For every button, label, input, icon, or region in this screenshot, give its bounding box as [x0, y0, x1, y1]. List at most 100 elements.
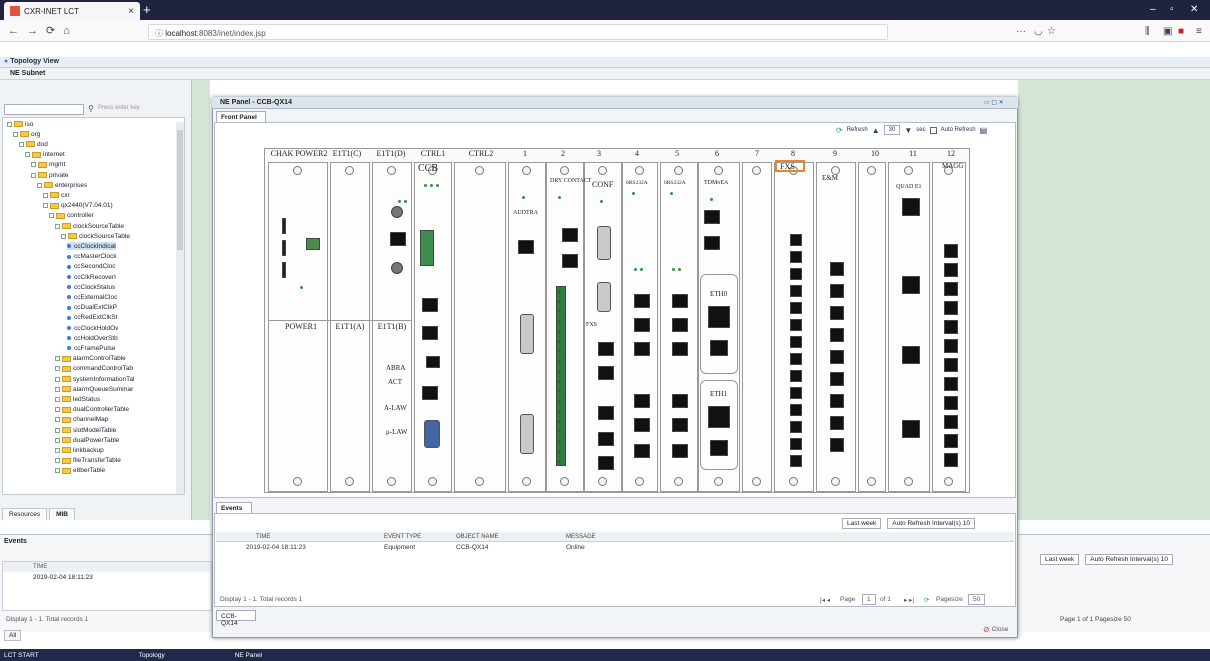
- tab-ne-subnet[interactable]: NE Subnet: [0, 68, 1210, 80]
- tree-node[interactable]: cxr: [43, 191, 70, 199]
- e1-port[interactable]: [426, 356, 440, 368]
- down-arrow-icon[interactable]: ▼: [904, 126, 912, 135]
- page-input[interactable]: 1: [862, 594, 876, 605]
- fxs-port[interactable]: [598, 366, 614, 380]
- expand-icon[interactable]: [37, 182, 42, 188]
- em-port[interactable]: [830, 306, 844, 320]
- restore-icon[interactable]: ▫: [1170, 4, 1174, 15]
- tree-node[interactable]: ledStatus: [55, 395, 100, 403]
- tree-node[interactable]: private: [31, 171, 69, 179]
- expand-icon[interactable]: [55, 437, 60, 443]
- export-icon[interactable]: ▤: [980, 126, 988, 135]
- serial-port[interactable]: [672, 444, 688, 458]
- tree-leaf[interactable]: ccClockStatus: [67, 283, 115, 291]
- expand-icon[interactable]: [13, 131, 18, 137]
- eth-port[interactable]: [704, 210, 720, 224]
- tab-ccb-qx14[interactable]: CCB-QX14: [216, 610, 256, 627]
- tree-node[interactable]: e8berTable: [55, 467, 105, 475]
- tree-node[interactable]: dod: [19, 140, 48, 148]
- page-actions-icon[interactable]: ···: [1016, 26, 1026, 37]
- eth-port[interactable]: [704, 236, 720, 250]
- fxs-line-port[interactable]: [790, 455, 802, 467]
- tree-node[interactable]: systemInformationTal: [55, 375, 134, 383]
- tab-mib[interactable]: MIB: [49, 508, 75, 520]
- fxs-line-port[interactable]: [790, 285, 802, 297]
- tree-node[interactable]: alarmQueueSummar: [55, 385, 133, 393]
- tree-node[interactable]: channelMap: [55, 416, 108, 424]
- home-icon[interactable]: ⌂: [63, 25, 70, 37]
- magg-port[interactable]: [944, 244, 958, 258]
- forward-icon[interactable]: →: [27, 25, 38, 37]
- dry-port[interactable]: [562, 254, 578, 268]
- close-tab-icon[interactable]: ×: [128, 6, 134, 17]
- ccb-serial-port[interactable]: [424, 420, 440, 448]
- tree-leaf[interactable]: ccRedExtClkSt: [67, 314, 117, 322]
- magg-port[interactable]: [944, 339, 958, 353]
- conf-dsub[interactable]: [597, 226, 611, 260]
- expand-icon[interactable]: [43, 192, 48, 198]
- power-switch[interactable]: [282, 218, 286, 234]
- tree-scroll-thumb[interactable]: [177, 130, 183, 250]
- em-port[interactable]: [830, 328, 844, 342]
- back-icon[interactable]: ←: [8, 25, 19, 37]
- tab-events[interactable]: Events: [216, 502, 252, 513]
- serial-port[interactable]: [672, 418, 688, 432]
- tree-leaf[interactable]: ccHoldOverStb: [67, 334, 118, 342]
- interval-input[interactable]: 30: [883, 125, 901, 135]
- fxs-line-port[interactable]: [790, 404, 802, 416]
- expand-icon[interactable]: [55, 386, 60, 392]
- fxs-port[interactable]: [598, 406, 614, 420]
- col-object-name[interactable]: OBJECT NAME: [456, 534, 499, 540]
- quad-e1-port[interactable]: [902, 198, 920, 216]
- tree-node[interactable]: dualControllerTable: [55, 406, 129, 414]
- expand-icon[interactable]: [55, 366, 60, 372]
- tree-node[interactable]: mgmt: [31, 161, 65, 169]
- ccb-port[interactable]: [422, 326, 438, 340]
- fxs-line-port[interactable]: [790, 268, 802, 280]
- outer-interval-select[interactable]: Auto Refresh Interval(s) 10: [1085, 554, 1173, 565]
- bnc-connector-icon[interactable]: [391, 206, 403, 218]
- tree-node[interactable]: alarmControlTable: [55, 355, 126, 363]
- pagesize-select[interactable]: 50: [968, 594, 986, 605]
- expand-icon[interactable]: [55, 427, 60, 433]
- refresh-icon[interactable]: ⟳: [836, 126, 843, 135]
- expand-icon[interactable]: [55, 468, 60, 474]
- serial-port[interactable]: [672, 342, 688, 356]
- search-icon[interactable]: ⚲: [88, 104, 94, 113]
- tree-leaf[interactable]: ccMasterClock: [67, 253, 117, 261]
- col-time[interactable]: TIME: [256, 534, 270, 540]
- bnc-connector-icon[interactable]: [391, 262, 403, 274]
- fxs-port[interactable]: [598, 342, 614, 356]
- expand-icon[interactable]: [55, 396, 60, 402]
- pocket-icon[interactable]: ◡: [1034, 26, 1043, 37]
- fxs-line-port[interactable]: [790, 336, 802, 348]
- expand-icon[interactable]: [55, 223, 60, 229]
- em-port[interactable]: [830, 416, 844, 430]
- close-window-icon[interactable]: ✕: [1190, 4, 1198, 15]
- lct-start-button[interactable]: LCT START: [4, 652, 39, 659]
- fxs-line-port[interactable]: [790, 387, 802, 399]
- expand-icon[interactable]: [55, 447, 60, 453]
- auto-refresh-checkbox[interactable]: [929, 126, 937, 134]
- fxs-line-port[interactable]: [790, 251, 802, 263]
- fxs-line-port[interactable]: [790, 438, 802, 450]
- events-row[interactable]: 2019-02-04 18:11:23 Equipment CCB-QX14 O…: [216, 543, 1014, 553]
- tree-search-input[interactable]: [4, 104, 84, 115]
- serial-port[interactable]: [672, 394, 688, 408]
- serial-port[interactable]: [634, 318, 650, 332]
- magg-port[interactable]: [944, 453, 958, 467]
- fxs-line-port[interactable]: [790, 421, 802, 433]
- magg-port[interactable]: [944, 320, 958, 334]
- ne-panel-task[interactable]: NE Panel: [235, 652, 262, 659]
- pager-first-icon[interactable]: |◂ ◂: [820, 596, 830, 604]
- tree-node[interactable]: qx2440(V7.04.01): [43, 202, 113, 210]
- tree-node[interactable]: internet: [25, 151, 65, 159]
- dry-port[interactable]: [562, 228, 578, 242]
- em-port[interactable]: [830, 394, 844, 408]
- tree-node[interactable]: enterprises: [37, 181, 87, 189]
- em-port[interactable]: [830, 372, 844, 386]
- expand-icon[interactable]: [19, 141, 24, 147]
- extension-icon[interactable]: ■: [1178, 26, 1184, 37]
- tree-leaf[interactable]: ccClockHoldOv: [67, 324, 118, 332]
- tree-node[interactable]: linkbackup: [55, 446, 104, 454]
